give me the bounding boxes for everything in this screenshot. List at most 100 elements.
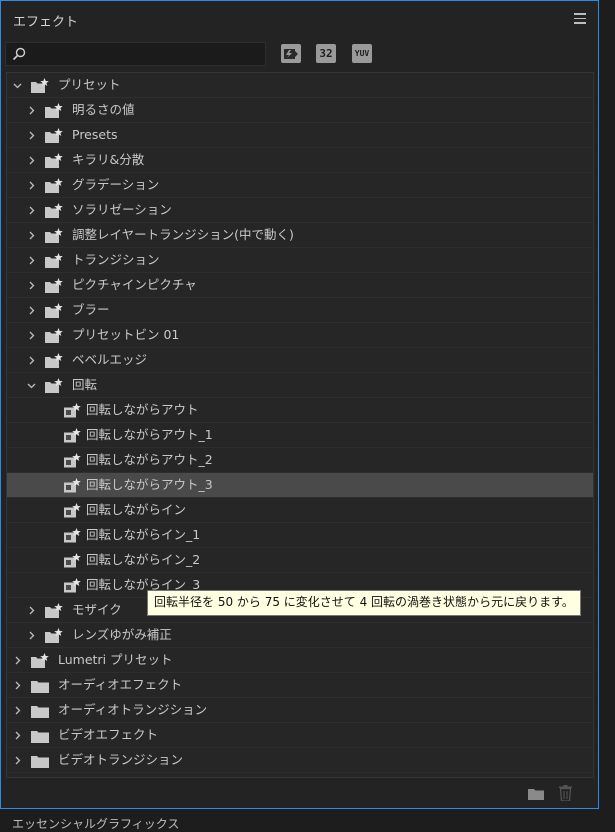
chevron-right-icon[interactable] [13, 756, 22, 765]
tree-item-label: ベベルエッジ [72, 352, 148, 367]
new-bin-icon[interactable] [528, 787, 544, 800]
tree-item-label: キラリ&分散 [72, 152, 145, 167]
folder-row[interactable]: ビデオエフェクト [7, 723, 593, 748]
tree-item-label: 回転しながらアウト_1 [86, 427, 213, 442]
preset-item-icon [64, 453, 81, 468]
preset-folder-icon [45, 203, 63, 218]
folder-row[interactable]: レンズゆがみ補正 [7, 623, 593, 648]
tree-item-label: グラデーション [72, 177, 160, 192]
effects-panel: エフェクト 32 YUV プリセット明るさの値 Presets キラリ&分散 グラデー… [0, 0, 599, 809]
tree-item-label: プリセットビン 01 [72, 327, 180, 342]
folder-row[interactable]: グラデーション [7, 173, 593, 198]
tree-item-label: 回転しながらアウト [86, 402, 199, 417]
preset-row[interactable]: 回転しながらイン_1 [7, 523, 593, 548]
tree-item-label: 回転 [72, 377, 98, 392]
accelerated-effects-icon [284, 49, 298, 59]
preset-folder-icon [45, 153, 63, 168]
folder-row[interactable]: プリセットビン 01 [7, 323, 593, 348]
tree-item-label: トランジション [72, 252, 160, 267]
folder-row[interactable]: ビデオトランジション [7, 748, 593, 773]
chevron-right-icon[interactable] [27, 106, 36, 115]
chevron-right-icon[interactable] [27, 281, 36, 290]
preset-item-icon [64, 528, 81, 543]
search-input[interactable] [30, 45, 264, 65]
preset-item-icon [64, 553, 81, 568]
folder-row[interactable]: オーディオトランジション [7, 698, 593, 723]
preset-folder-icon [45, 178, 63, 193]
tree-item-label: ピクチャインピクチャ [72, 277, 197, 292]
chevron-right-icon[interactable] [27, 181, 36, 190]
preset-row[interactable]: 回転しながらアウト_2 [7, 448, 593, 473]
chevron-right-icon[interactable] [27, 306, 36, 315]
preset-folder-icon [45, 278, 63, 293]
preset-row[interactable]: 回転しながらアウト_1 [7, 423, 593, 448]
preset-folder-icon [45, 378, 63, 393]
yuv-filter-button[interactable]: YUV [352, 44, 372, 63]
tree-item-label: 回転しながらイン_1 [86, 527, 201, 542]
folder-row[interactable]: 調整レイヤートランジション(中で動く) [7, 223, 593, 248]
chevron-right-icon[interactable] [13, 681, 22, 690]
folder-row[interactable]: Presets [7, 123, 593, 148]
folder-row[interactable]: プリセット [7, 73, 593, 98]
preset-row[interactable]: 回転しながらイン_2 [7, 548, 593, 573]
folder-row[interactable]: ベベルエッジ [7, 348, 593, 373]
chevron-right-icon[interactable] [27, 206, 36, 215]
32bit-filter-button[interactable]: 32 [316, 44, 336, 63]
tree-item-label: 回転しながらイン_2 [86, 552, 201, 567]
chevron-right-icon[interactable] [13, 731, 22, 740]
preset-folder-icon [45, 628, 63, 643]
tree-item-label: 明るさの値 [72, 102, 135, 117]
chevron-right-icon[interactable] [27, 256, 36, 265]
tree-item-label: 回転しながらアウト_2 [86, 452, 213, 467]
chevron-right-icon[interactable] [27, 331, 36, 340]
folder-row[interactable]: ブラー [7, 298, 593, 323]
tree-item-label: ビデオトランジション [58, 752, 184, 767]
chevron-right-icon[interactable] [13, 706, 22, 715]
preset-item-icon [64, 578, 81, 593]
preset-row[interactable]: 回転しながらイン [7, 498, 593, 523]
chevron-down-icon[interactable] [13, 81, 22, 90]
chevron-right-icon[interactable] [27, 156, 36, 165]
preset-folder-icon [45, 103, 63, 118]
tree-item-label: ソラリゼーション [72, 202, 172, 217]
preset-row[interactable]: 回転しながらアウト [7, 398, 593, 423]
chevron-right-icon[interactable] [27, 631, 36, 640]
chevron-down-icon[interactable] [27, 381, 36, 390]
hamburger-menu-icon[interactable] [574, 13, 586, 24]
search-icon [12, 47, 26, 61]
chevron-right-icon[interactable] [27, 131, 36, 140]
tree-item-label: オーディオエフェクト [58, 677, 183, 692]
tree-item-label: 回転しながらイン [86, 502, 187, 517]
preset-item-icon [64, 478, 81, 493]
folder-row[interactable]: ピクチャインピクチャ [7, 273, 593, 298]
tree-item-label: モザイク [72, 602, 122, 617]
accelerated-effects-filter-button[interactable] [281, 44, 301, 63]
folder-row[interactable]: ソラリゼーション [7, 198, 593, 223]
folder-row[interactable]: トランジション [7, 248, 593, 273]
tree-item-label: プリセット [58, 77, 121, 92]
preset-row[interactable]: 回転しながらアウト_3 [7, 473, 593, 498]
preset-item-icon [64, 428, 81, 443]
folder-row[interactable]: Lumetri プリセット [7, 648, 593, 673]
search-field[interactable] [5, 42, 266, 66]
chevron-right-icon[interactable] [27, 231, 36, 240]
folder-row[interactable]: オーディオエフェクト [7, 673, 593, 698]
folder-row[interactable]: キラリ&分散 [7, 148, 593, 173]
preset-folder-icon [31, 78, 49, 93]
chevron-right-icon[interactable] [27, 606, 36, 615]
preset-folder-icon [45, 128, 63, 143]
chevron-right-icon[interactable] [27, 356, 36, 365]
essential-graphics-panel-title[interactable]: エッセンシャルグラフィックス [12, 815, 179, 832]
preset-folder-icon [45, 353, 63, 368]
folder-icon [31, 706, 49, 718]
tree-item-label: オーディオトランジション [58, 702, 208, 717]
preset-folder-icon [45, 303, 63, 318]
tree-item-label: 調整レイヤートランジション(中で動く) [72, 227, 294, 242]
preset-folder-icon [31, 653, 49, 668]
panel-header: エフェクト [1, 1, 598, 39]
folder-row[interactable]: 回転 [7, 373, 593, 398]
trash-icon[interactable] [559, 785, 572, 801]
folder-row[interactable]: 明るさの値 [7, 98, 593, 123]
folder-icon [31, 756, 49, 768]
chevron-right-icon[interactable] [13, 656, 22, 665]
